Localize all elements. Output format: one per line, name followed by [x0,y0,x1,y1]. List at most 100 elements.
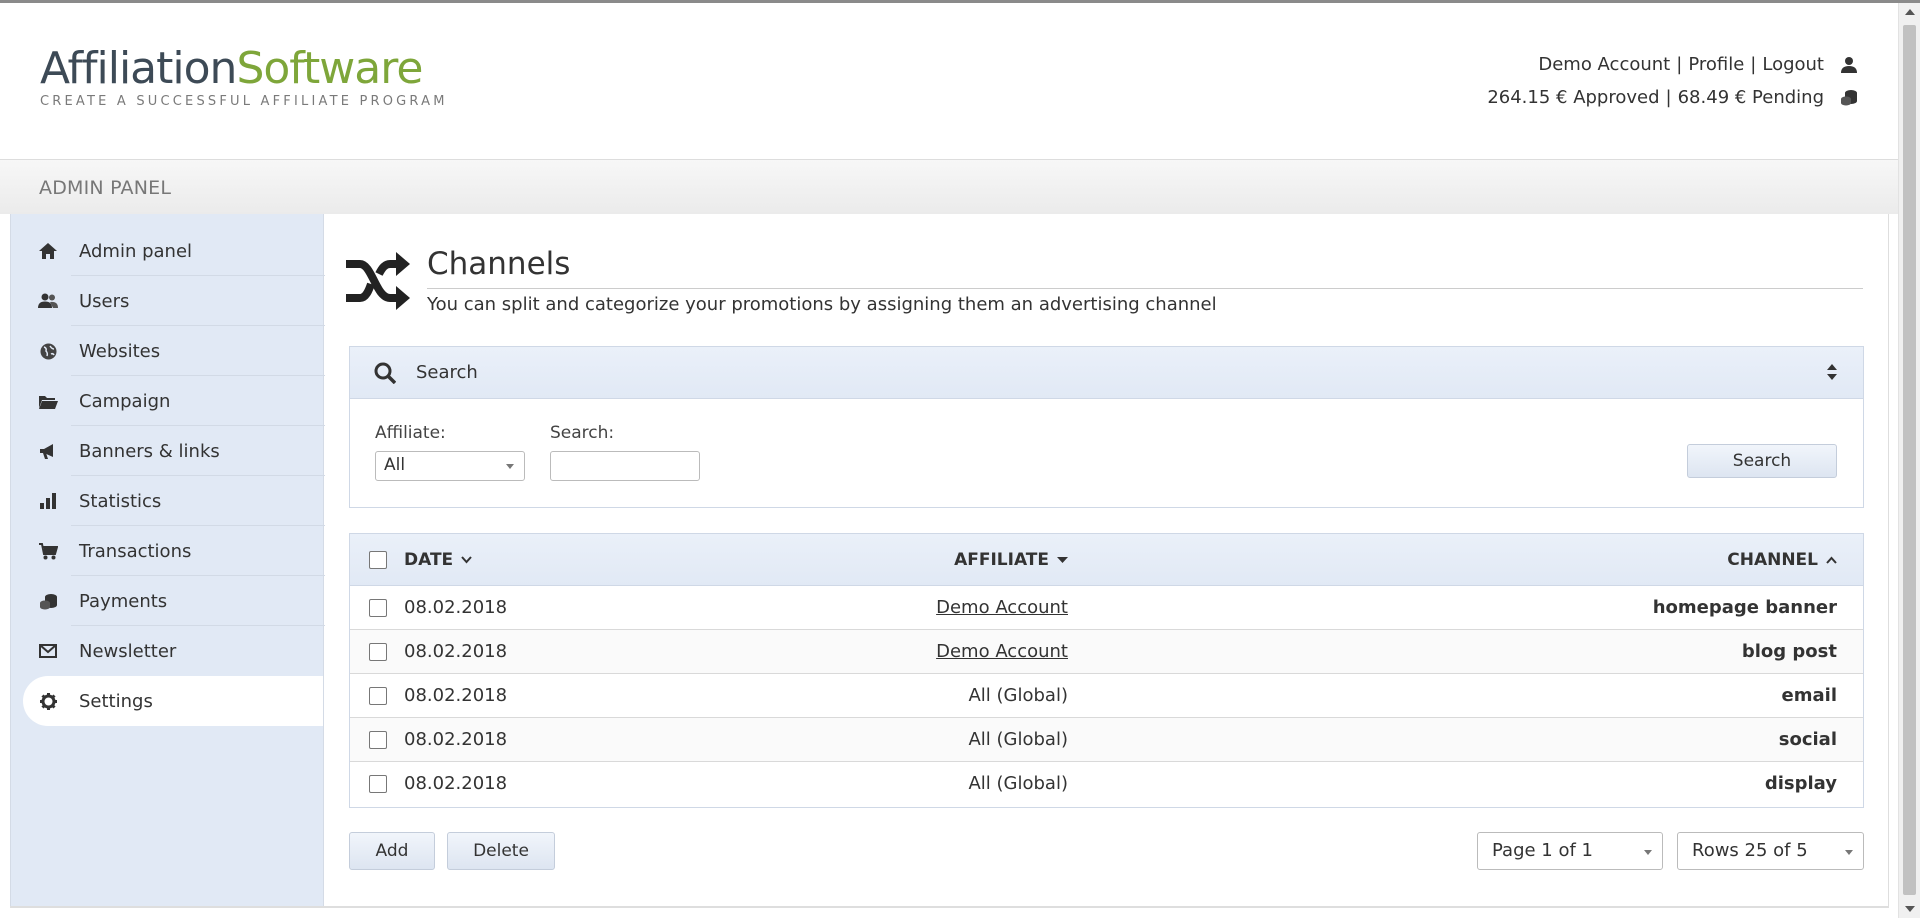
megaphone-icon [37,441,59,461]
cell-affiliate: All (Global) [968,773,1068,794]
cell-channel[interactable]: email [1782,685,1837,706]
sidebar-item-statistics[interactable]: Statistics [23,476,325,526]
account-name-link[interactable]: Demo Account [1538,48,1670,81]
sidebar-item-settings[interactable]: Settings [23,676,325,726]
users-icon [37,291,59,311]
row-checkbox[interactable] [369,643,387,661]
cell-channel[interactable]: homepage banner [1653,597,1837,618]
table-row: 08.02.2018 All (Global) social [350,718,1863,762]
globe-icon [37,341,59,361]
main-right-border [1888,214,1889,908]
search-input[interactable] [550,451,700,481]
coins-icon [1838,88,1860,108]
account-panel: Demo Account | Profile | Logout 264.15 €… [1487,48,1860,114]
rows-select-value: Rows 25 of 5 [1692,840,1808,861]
separator: | [1676,54,1683,75]
logo-text-affiliation: Affiliation [40,43,237,94]
separator: | [1750,54,1757,75]
cell-channel[interactable]: social [1779,729,1837,750]
affiliate-select-value: All [384,455,406,475]
add-button[interactable]: Add [349,832,435,870]
logout-link[interactable]: Logout [1762,48,1824,81]
page-title: Channels [427,246,571,282]
vertical-scrollbar[interactable] [1898,3,1920,918]
chevron-down-icon [1644,850,1652,855]
channels-table: DATE AFFILIATE CHANNEL 08.02.2018 Demo A… [349,533,1864,808]
page-select[interactable]: Page 1 of 1 [1477,832,1663,870]
sidebar-item-campaign[interactable]: Campaign [23,376,325,426]
table-row: 08.02.2018 All (Global) email [350,674,1863,718]
logo-tagline: CREATE A SUCCESSFUL AFFILIATE PROGRAM [40,94,448,109]
delete-button[interactable]: Delete [447,832,555,870]
envelope-icon [37,641,59,661]
row-checkbox[interactable] [369,599,387,617]
search-panel-title: Search [416,362,478,383]
bar-chart-icon [37,491,59,511]
search-button[interactable]: Search [1687,444,1837,478]
table-row: 08.02.2018 Demo Account homepage banner [350,586,1863,630]
column-header-channel[interactable]: CHANNEL [1727,550,1837,570]
home-icon [37,241,59,261]
sidebar-item-payments[interactable]: Payments [23,576,325,626]
page-select-value: Page 1 of 1 [1492,840,1593,861]
table-row: 08.02.2018 Demo Account blog post [350,630,1863,674]
admin-panel-bar: ADMIN PANEL [0,159,1898,214]
sidebar-item-label: Transactions [79,540,192,562]
row-checkbox[interactable] [369,731,387,749]
cell-channel[interactable]: display [1765,773,1837,794]
main-left-border [323,214,324,908]
expand-collapse-icon[interactable] [1827,364,1837,384]
column-header-date[interactable]: DATE [404,550,472,570]
cell-date: 08.02.2018 [404,641,508,662]
folder-icon [37,391,59,411]
sidebar-item-label: Payments [79,590,168,612]
cell-date: 08.02.2018 [404,685,508,706]
cell-affiliate-link[interactable]: Demo Account [936,597,1068,618]
affiliate-select[interactable]: All [375,451,525,481]
chevron-down-icon [506,464,514,469]
select-all-checkbox[interactable] [369,551,387,569]
cell-affiliate-link[interactable]: Demo Account [936,641,1068,662]
window-top-border [0,0,1920,3]
sidebar-item-label: Newsletter [79,640,177,662]
scroll-up-arrow[interactable] [1905,9,1915,15]
sidebar-item-label: Admin panel [79,240,193,262]
user-icon [1838,55,1860,75]
sidebar-item-admin-panel[interactable]: Admin panel [23,226,325,276]
row-checkbox[interactable] [369,775,387,793]
cell-date: 08.02.2018 [404,773,508,794]
chevron-down-icon [1845,850,1853,855]
gear-icon [37,691,59,711]
row-checkbox[interactable] [369,687,387,705]
sidebar-item-websites[interactable]: Websites [23,326,325,376]
sidebar-item-transactions[interactable]: Transactions [23,526,325,576]
cell-channel[interactable]: blog post [1742,641,1837,662]
pending-balance: 68.49 € Pending [1677,87,1824,108]
search-panel: Search Affiliate: All Search: Search [349,346,1864,508]
scroll-down-arrow[interactable] [1905,906,1915,912]
sidebar-item-newsletter[interactable]: Newsletter [23,626,325,676]
admin-panel-title: ADMIN PANEL [39,177,172,199]
approved-balance: 264.15 € Approved [1487,87,1660,108]
table-header: DATE AFFILIATE CHANNEL [350,534,1863,586]
page-description: You can split and categorize your promot… [427,294,1217,315]
main-bottom-border [10,906,1889,908]
search-panel-header[interactable]: Search [350,347,1863,399]
cell-affiliate: All (Global) [968,685,1068,706]
logo-text-software: Software [236,43,423,94]
search-icon [374,362,397,388]
affiliate-label: Affiliate: [375,423,446,443]
sidebar: Admin panel Users Websites Campaign Bann… [10,214,325,908]
sidebar-item-label: Statistics [79,490,162,512]
rows-select[interactable]: Rows 25 of 5 [1677,832,1864,870]
column-header-affiliate[interactable]: AFFILIATE [954,550,1068,570]
sidebar-item-label: Settings [79,690,153,712]
sidebar-item-banners-links[interactable]: Banners & links [23,426,325,476]
scrollbar-thumb[interactable] [1903,25,1916,895]
profile-link[interactable]: Profile [1688,48,1744,81]
logo[interactable]: AffiliationSoftware CREATE A SUCCESSFUL … [40,43,448,110]
sidebar-item-label: Users [79,290,130,312]
column-header-date-label: DATE [404,550,454,570]
caret-down-icon [1057,556,1068,563]
sidebar-item-users[interactable]: Users [23,276,325,326]
